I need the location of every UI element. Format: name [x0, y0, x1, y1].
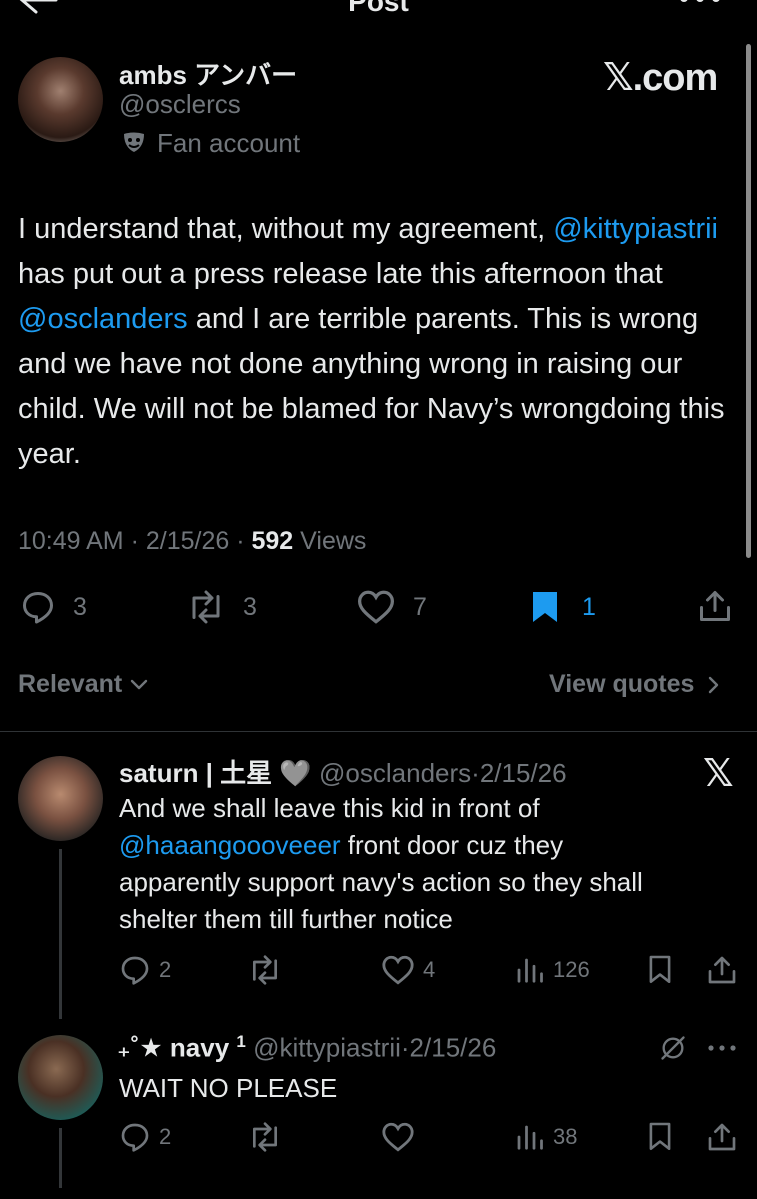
reply-text-line: shelter them till further notice — [119, 904, 453, 934]
like-action[interactable]: 4 — [381, 954, 435, 986]
fan-account-label: Fan account — [157, 128, 301, 158]
reply-action[interactable]: 2 — [119, 954, 171, 986]
share-icon — [700, 591, 730, 621]
superscript: 1 — [236, 1032, 246, 1051]
views-action[interactable]: 126 — [514, 954, 590, 986]
time[interactable]: 10:49 AM — [18, 527, 124, 555]
mention-link[interactable]: @osclanders — [18, 303, 188, 335]
display-name[interactable]: ₊˚★ navy — [117, 1033, 229, 1063]
reply-icon — [121, 1123, 149, 1152]
avatar[interactable] — [18, 756, 103, 841]
reply-count: 2 — [159, 957, 172, 982]
views-label: Views — [300, 527, 367, 555]
bookmark-count: 1 — [582, 592, 596, 621]
thread-line — [59, 1128, 62, 1188]
heart-icon — [382, 1122, 414, 1152]
more-button[interactable] — [678, 0, 722, 6]
date[interactable]: 2/15/26 — [480, 758, 567, 788]
bookmark-icon — [533, 592, 557, 622]
views-count: 126 — [553, 957, 590, 982]
bookmark-icon — [649, 1122, 671, 1150]
reply-text-line: And we shall leave this kid in front of — [119, 793, 540, 823]
separator: · — [471, 758, 480, 788]
repost-icon — [252, 1122, 277, 1152]
display-name[interactable]: ambs アンバー — [119, 55, 297, 92]
more-icon — [708, 1045, 736, 1051]
reply-header: ₊˚★ navy 1 @kittypiastrii·2/15/26 — [117, 1032, 496, 1064]
chevron-down-icon — [130, 680, 148, 690]
reply-text-line: @haaangoooveeer front door cuz they — [119, 827, 719, 864]
heart-icon — [357, 590, 395, 624]
page-title: Post — [348, 0, 409, 17]
reply-text-line: apparently support navy's action so they… — [119, 867, 643, 897]
mention-link[interactable]: @kittypiastrii — [553, 213, 718, 245]
view-quotes-label: View quotes — [549, 670, 695, 698]
divider — [0, 731, 757, 732]
share-button[interactable] — [706, 954, 738, 986]
tweet-text-part: I understand that, without my agreement, — [18, 213, 554, 245]
reply-action[interactable]: 2 — [119, 1121, 171, 1153]
views-icon — [517, 958, 543, 983]
fan-badge-icon — [121, 130, 147, 156]
date[interactable]: 2/15/26 — [410, 1033, 497, 1063]
tweet-text-part: has put out a press release late this af… — [18, 258, 663, 290]
avatar[interactable] — [18, 57, 103, 142]
views-icon — [517, 1125, 543, 1150]
repost-count: 3 — [243, 592, 257, 621]
x-com-logo: 𝕏.com — [603, 57, 718, 99]
timestamp-row: 10:49 AM · 2/15/26 · 592 Views — [18, 527, 367, 555]
handle[interactable]: @osclanders — [319, 758, 471, 788]
reply-action[interactable]: 3 — [20, 589, 87, 625]
separator: · — [400, 1032, 410, 1063]
like-count: 4 — [423, 957, 436, 982]
repost-icon — [252, 955, 277, 985]
mention-link[interactable]: @haaangoooveeer — [119, 830, 341, 860]
handle[interactable]: @osclercs — [119, 89, 241, 120]
more-button[interactable] — [707, 1043, 737, 1053]
display-name[interactable]: saturn | 土星 🩶 — [119, 758, 312, 788]
avatar[interactable] — [18, 1035, 103, 1120]
share-button[interactable] — [697, 588, 733, 624]
like-count: 7 — [413, 592, 427, 621]
reply-text: And we shall leave this kid in front of … — [119, 790, 719, 938]
thread-line — [59, 849, 62, 1019]
repost-action[interactable] — [247, 954, 283, 986]
heart-icon — [382, 955, 414, 985]
more-icon — [680, 0, 720, 2]
chevron-right-icon — [709, 677, 719, 694]
like-action[interactable]: 7 — [356, 589, 427, 625]
views-count: 38 — [553, 1124, 578, 1149]
tweet-text: I understand that, without my agreement,… — [18, 207, 740, 477]
bookmark-action[interactable]: 1 — [529, 589, 596, 625]
like-action[interactable] — [381, 1121, 415, 1153]
share-button[interactable] — [706, 1121, 738, 1153]
grok-icon[interactable] — [659, 1034, 687, 1062]
share-icon — [708, 956, 736, 984]
views-action[interactable]: 38 — [514, 1121, 577, 1153]
reply-count: 3 — [73, 592, 87, 621]
sort-label: Relevant — [18, 670, 123, 698]
handle[interactable]: @kittypiastrii — [253, 1033, 401, 1063]
repost-icon — [192, 590, 220, 624]
reply-icon — [121, 956, 149, 985]
reply-icon — [23, 592, 53, 624]
repost-action[interactable]: 3 — [186, 589, 257, 625]
bookmark-button[interactable] — [647, 1121, 673, 1153]
reply-text: WAIT NO PLEASE — [119, 1073, 338, 1103]
repost-action[interactable] — [247, 1121, 283, 1153]
reply-count: 2 — [159, 1124, 172, 1149]
reply-header: saturn | 土星 🩶 @osclanders·2/15/26 — [119, 753, 567, 790]
bookmark-button[interactable] — [647, 954, 673, 986]
date[interactable]: 2/15/26 — [146, 527, 229, 555]
sort-dropdown[interactable]: Relevant — [18, 670, 149, 699]
views-count[interactable]: 592 — [252, 527, 294, 555]
bookmark-icon — [649, 955, 671, 983]
scrollbar[interactable] — [746, 44, 751, 558]
reply-text-part: front door cuz they — [340, 830, 564, 860]
view-quotes-link[interactable]: View quotes — [549, 670, 721, 699]
share-icon — [708, 1123, 736, 1151]
